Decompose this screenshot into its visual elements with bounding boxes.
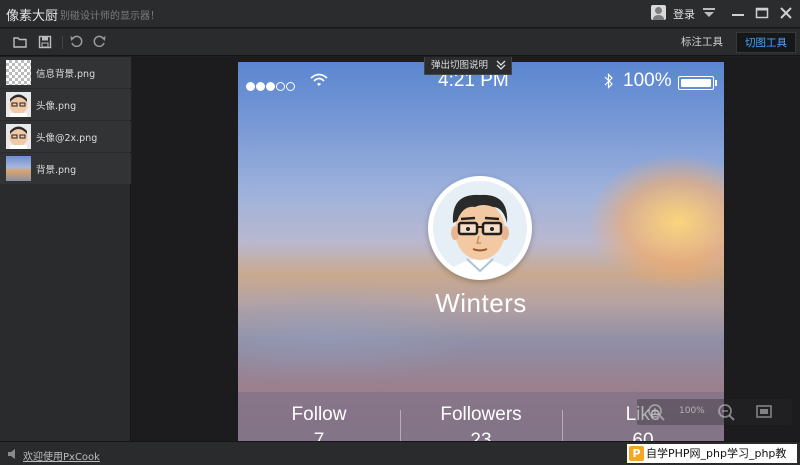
- site-watermark: P 自学PHP网_php学习_php教: [627, 444, 797, 463]
- list-item[interactable]: 背景.png: [0, 153, 131, 184]
- signal-strength-icon: [246, 76, 296, 91]
- save-icon[interactable]: [37, 34, 53, 50]
- app-title: 像素大厨: [6, 9, 59, 24]
- zoom-controls: 100%: [637, 399, 792, 425]
- close-icon[interactable]: [778, 5, 794, 21]
- stat-follow-label: Follow: [291, 404, 347, 425]
- zoom-out-icon[interactable]: [717, 403, 735, 421]
- battery-icon: [678, 76, 717, 90]
- welcome-link[interactable]: 欢迎使用PxCook: [23, 448, 100, 463]
- maximize-icon[interactable]: [754, 5, 770, 21]
- stat-followers-label: Followers: [440, 404, 522, 425]
- file-thumbnail: [6, 60, 31, 85]
- file-name: 信息背景.png: [36, 69, 96, 80]
- list-item[interactable]: 头像.png: [0, 89, 131, 120]
- file-name: 头像.png: [36, 101, 77, 112]
- file-name: 头像@2x.png: [36, 133, 98, 144]
- stat-follow-value: 7: [313, 430, 325, 441]
- profile-avatar: [428, 176, 532, 280]
- watermark-text: 自学PHP网_php学习_php教: [646, 447, 787, 460]
- minimize-icon[interactable]: [730, 5, 746, 21]
- battery-percent: 100%: [623, 70, 672, 91]
- list-item[interactable]: 头像@2x.png: [0, 121, 131, 152]
- tooltip-label: 弹出切图说明: [431, 60, 489, 71]
- profile-name: Winters: [435, 288, 527, 318]
- redo-icon[interactable]: [91, 34, 107, 50]
- watermark-logo-icon: P: [629, 446, 644, 461]
- tab-annotation-tool[interactable]: 标注工具: [676, 32, 728, 53]
- title-bar: 像素大厨 别碰设计师的显示器！ 登录: [0, 0, 800, 28]
- stat-followers-value: 23: [470, 430, 492, 441]
- user-avatar-icon[interactable]: [651, 5, 666, 20]
- folder-open-icon[interactable]: [12, 34, 28, 50]
- zoom-level: 100%: [679, 406, 705, 416]
- speaker-icon: [8, 449, 15, 459]
- landscape-thumbnail: [6, 156, 31, 181]
- avatar-thumbnail: [6, 124, 31, 149]
- app-slogan: 别碰设计师的显示器！: [60, 11, 160, 22]
- file-name: 背景.png: [36, 165, 77, 176]
- phone-artboard[interactable]: 4:21 PM 100% Winters Follow 7 Followers …: [238, 62, 724, 441]
- wifi-icon: [310, 73, 328, 86]
- toolbar: 标注工具 切图工具: [0, 29, 800, 56]
- stat-like-value: 60: [632, 430, 654, 441]
- sidebar-file-list: 信息背景.png 头像.png 头像@2x.png 背景.png: [0, 57, 131, 441]
- avatar-thumbnail: [6, 92, 31, 117]
- chevron-down-icon[interactable]: [702, 6, 716, 20]
- toolbar-divider: [62, 36, 63, 49]
- double-chevron-down-icon[interactable]: [496, 60, 506, 70]
- fit-screen-icon[interactable]: [755, 403, 773, 421]
- tab-slice-tool[interactable]: 切图工具: [736, 32, 796, 53]
- undo-icon[interactable]: [69, 34, 85, 50]
- design-canvas[interactable]: 4:21 PM 100% Winters Follow 7 Followers …: [132, 57, 800, 441]
- zoom-in-icon[interactable]: [647, 403, 665, 421]
- list-item[interactable]: 信息背景.png: [0, 57, 131, 88]
- login-button[interactable]: 登录: [673, 6, 695, 22]
- bluetooth-icon: [604, 73, 613, 89]
- cartoon-face-icon: [433, 181, 527, 275]
- slice-help-tooltip[interactable]: 弹出切图说明: [424, 57, 512, 75]
